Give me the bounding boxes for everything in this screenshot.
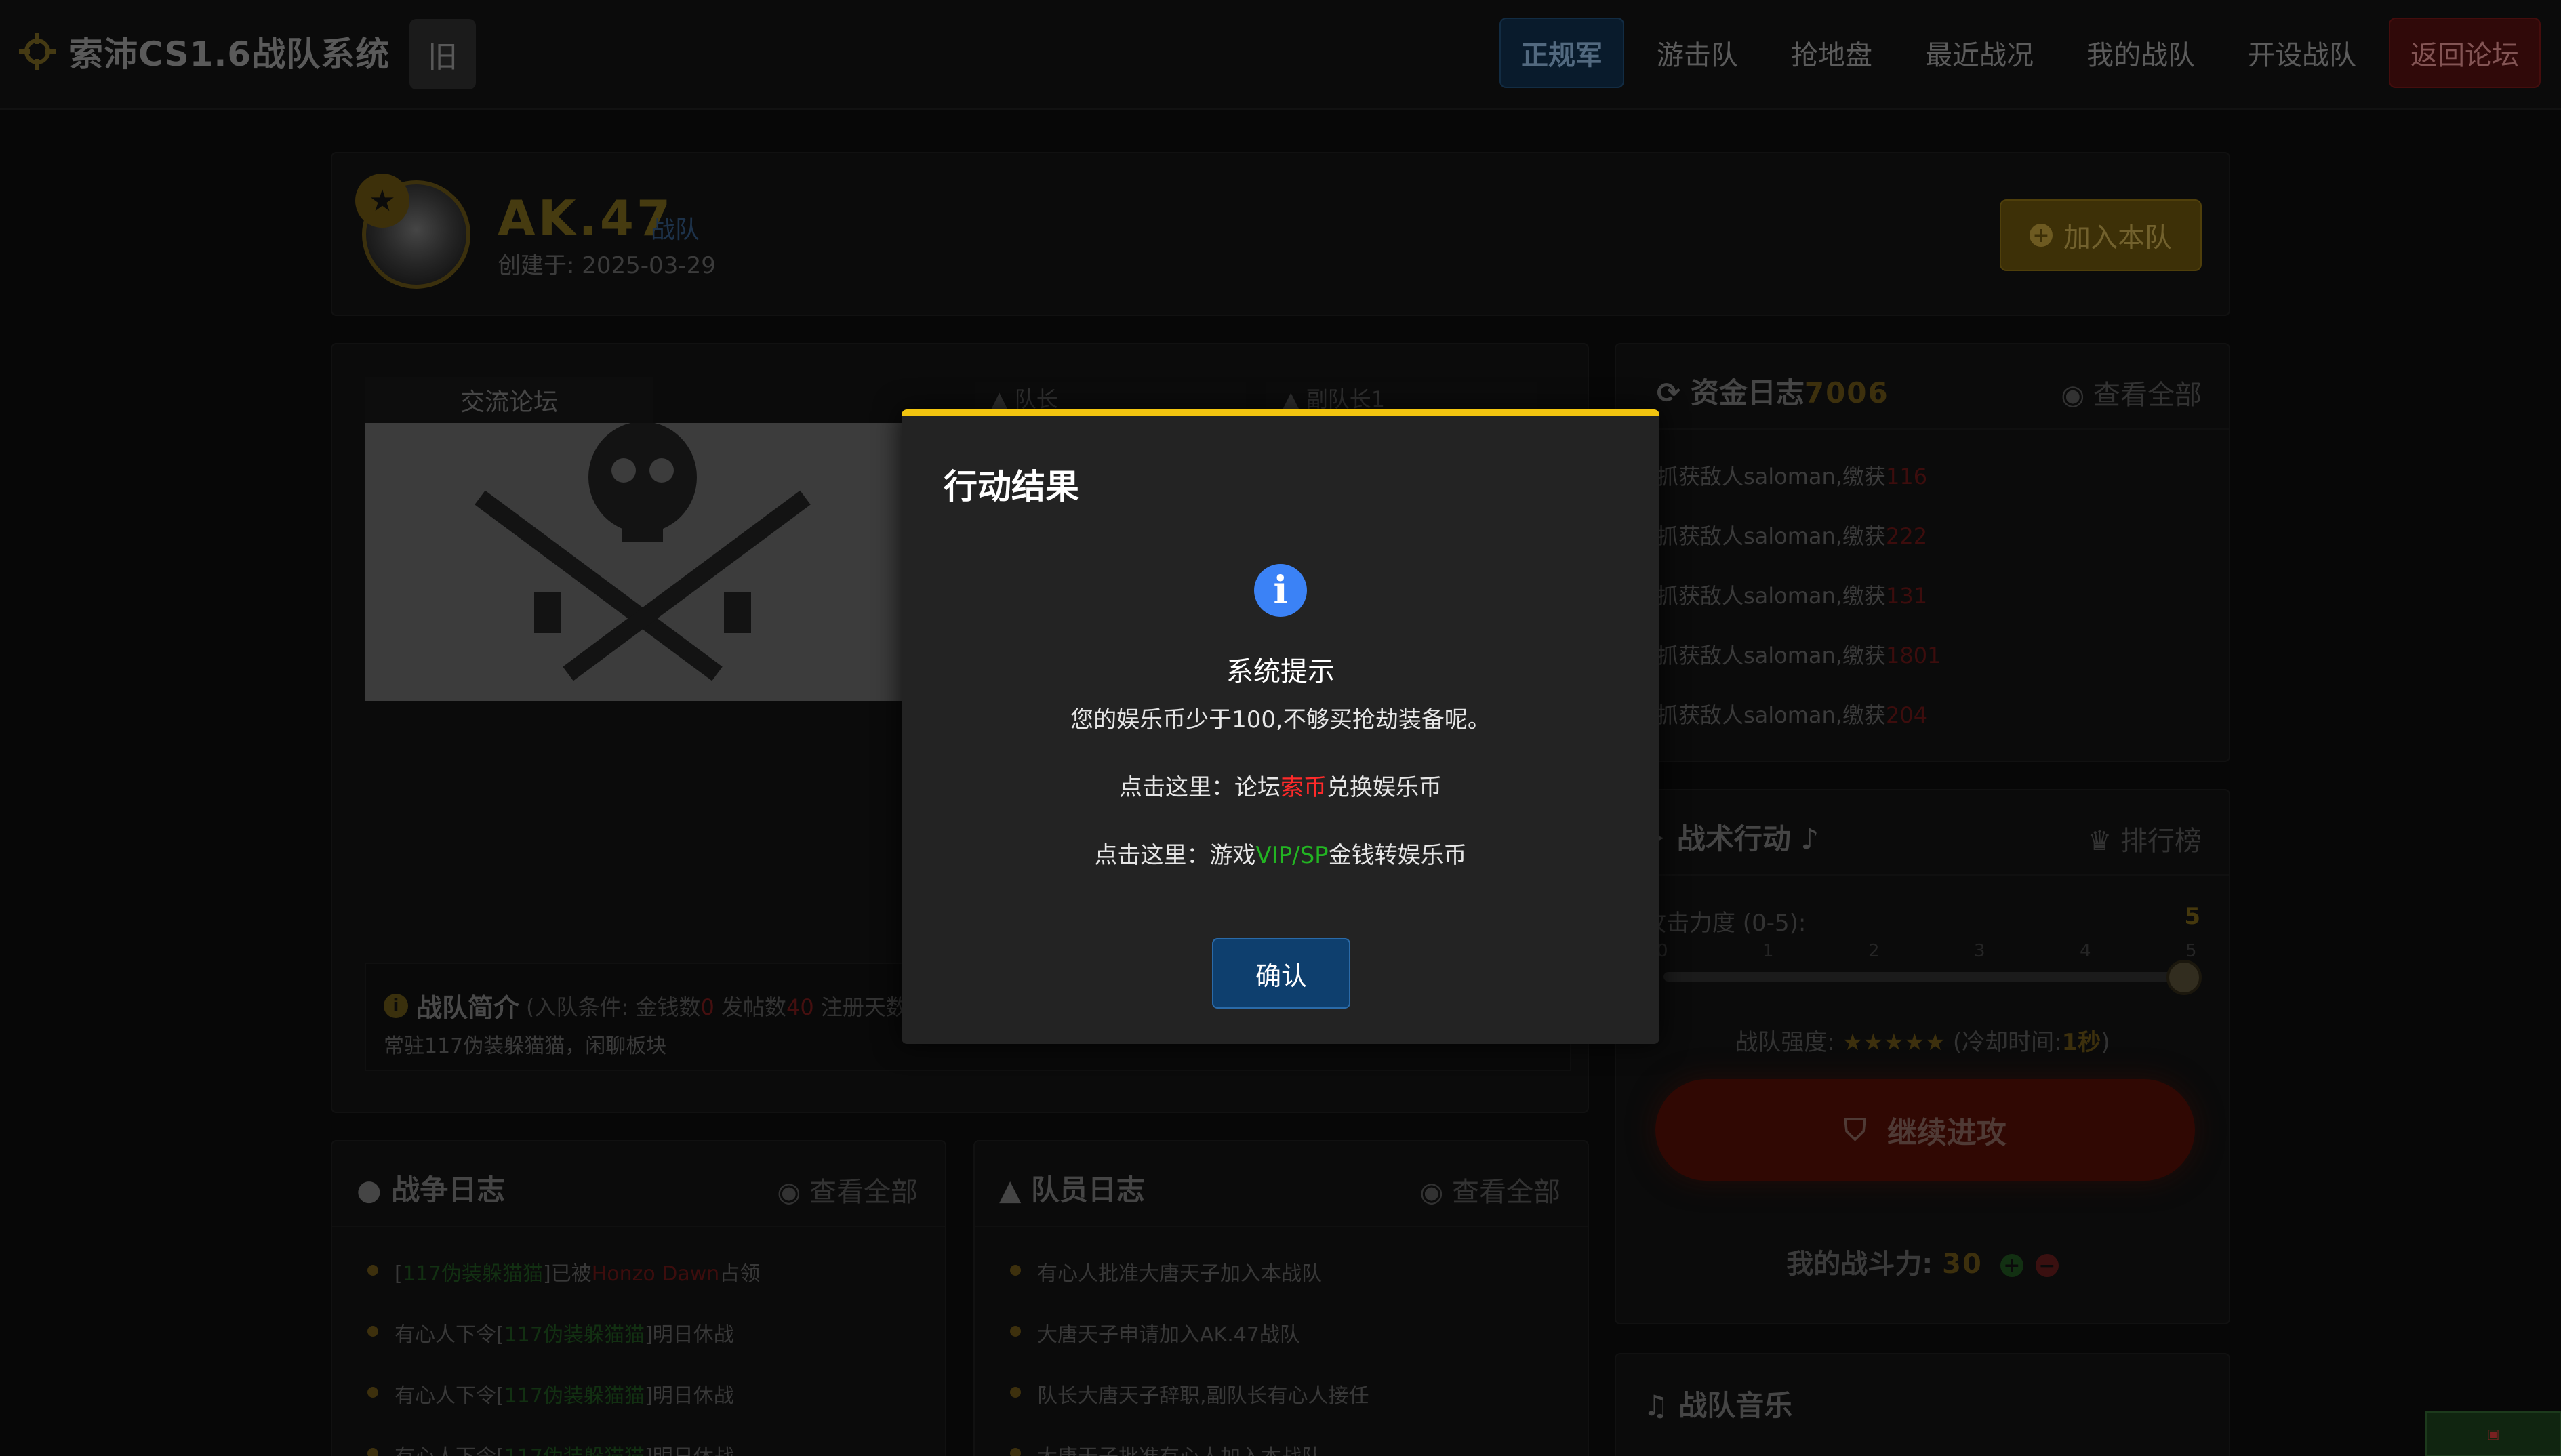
dialog-title: 行动结果 [944,467,1079,506]
confirm-button[interactable]: 确认 [1212,938,1350,1009]
game-exchange-link[interactable]: 点击这里：游戏VIP/SP金钱转娱乐币 [902,836,1659,870]
forum-exchange-link[interactable]: 点击这里：论坛索币兑换娱乐币 [902,769,1659,802]
dialog-subtitle: 系统提示 [1226,656,1335,687]
action-result-dialog: 行动结果 i 系统提示 您的娱乐币少于100,不够买抢劫装备呢。 点击这里：论坛… [902,409,1659,1044]
info-icon: i [1254,564,1307,617]
dialog-message: 您的娱乐币少于100,不够买抢劫装备呢。 [1070,706,1491,733]
